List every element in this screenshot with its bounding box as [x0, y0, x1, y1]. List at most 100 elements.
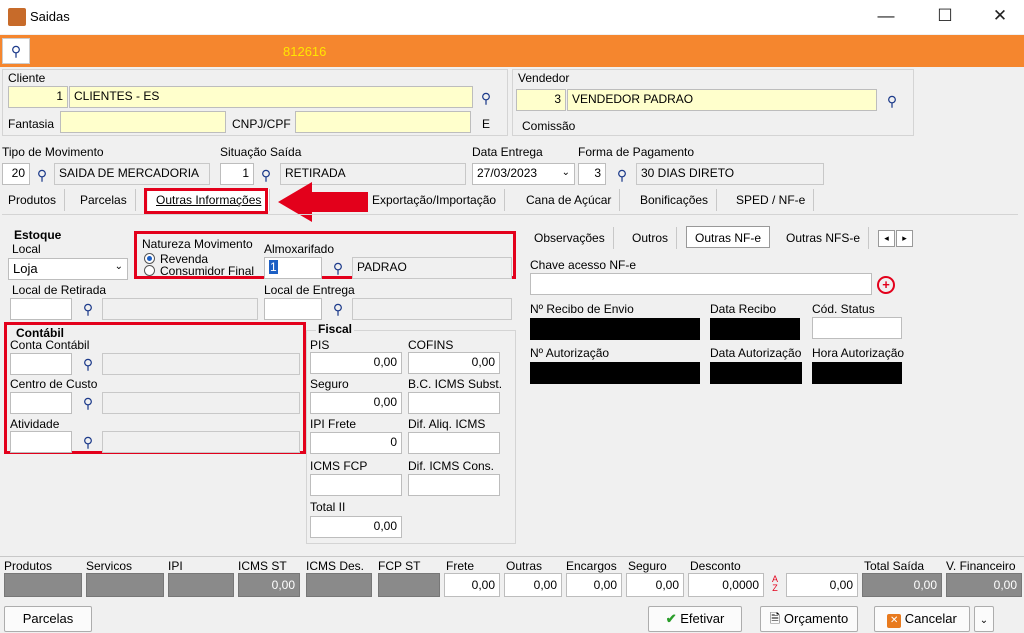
- entrega-search-icon[interactable]: ⚲: [328, 300, 348, 318]
- forma-code-field[interactable]: 3: [578, 163, 606, 185]
- tipo-name-field: SAIDA DE MERCADORIA: [54, 163, 210, 185]
- cofins-field[interactable]: 0,00: [408, 352, 500, 374]
- local-retirada-code[interactable]: [10, 298, 72, 320]
- local-select[interactable]: Loja ⌄: [8, 258, 128, 280]
- parcelas-button-label: Parcelas: [22, 611, 74, 626]
- cliente-search-icon[interactable]: ⚲: [476, 89, 496, 107]
- search-toolbar-button[interactable]: ⚲: [2, 38, 30, 64]
- cliente-name-field[interactable]: CLIENTES - ES: [69, 86, 473, 108]
- conta-search-icon[interactable]: ⚲: [78, 355, 98, 373]
- add-circle-icon[interactable]: +: [877, 276, 895, 294]
- subtab-scroll-left[interactable]: ◂: [878, 230, 895, 247]
- total-frete-field[interactable]: 0,00: [444, 573, 500, 597]
- subtab-outras-nfe[interactable]: Outras NF-e: [686, 226, 771, 248]
- close-button[interactable]: ✕: [990, 6, 1010, 26]
- total-ii-field[interactable]: 0,00: [310, 516, 402, 538]
- centro-search-icon[interactable]: ⚲: [78, 394, 98, 412]
- tab-bonificacoes[interactable]: Bonificações: [632, 189, 718, 211]
- minimize-button[interactable]: —: [876, 6, 896, 26]
- subtab-outros[interactable]: Outros: [624, 227, 678, 249]
- tab-exportacao[interactable]: Exportação/Importação: [364, 189, 506, 211]
- icms-fcp-field[interactable]: [310, 474, 402, 496]
- consumidor-radio[interactable]: [144, 265, 155, 276]
- pis-field[interactable]: 0,00: [310, 352, 402, 374]
- almox-search-icon[interactable]: ⚲: [328, 259, 348, 277]
- bc-icms-field[interactable]: [408, 392, 500, 414]
- more-options-button[interactable]: ⌄: [974, 606, 994, 632]
- subtab-scroll-right[interactable]: ▸: [896, 230, 913, 247]
- dif-aliq-field[interactable]: [408, 432, 500, 454]
- parcelas-button[interactable]: Parcelas: [4, 606, 92, 632]
- cnpj-field[interactable]: [295, 111, 471, 133]
- data-entrega-field[interactable]: 27/03/2023 ⌄: [472, 163, 575, 185]
- revenda-radio[interactable]: [144, 253, 155, 264]
- hora-autorizacao-field[interactable]: [812, 362, 902, 384]
- situacao-search-icon[interactable]: ⚲: [256, 166, 276, 184]
- comissao-label: Comissão: [522, 119, 576, 133]
- fantasia-field[interactable]: [60, 111, 226, 133]
- orcamento-button[interactable]: 🗎 Orçamento: [760, 606, 858, 632]
- almox-code-field[interactable]: 1: [264, 257, 322, 279]
- centro-custo-code[interactable]: [10, 392, 72, 414]
- recibo-field[interactable]: [530, 318, 700, 340]
- tab-parcelas[interactable]: Parcelas: [72, 189, 136, 211]
- autorizacao-field[interactable]: [530, 362, 700, 384]
- chave-acesso-field[interactable]: [530, 273, 872, 295]
- total-outras-field[interactable]: 0,00: [504, 573, 562, 597]
- local-value: Loja: [13, 261, 38, 276]
- maximize-button[interactable]: ☐: [935, 6, 955, 26]
- cancelar-button[interactable]: ✕ Cancelar: [874, 606, 970, 632]
- total-outras-label: Outras: [506, 559, 543, 573]
- data-recibo-field[interactable]: [710, 318, 800, 340]
- vendedor-name-field[interactable]: VENDEDOR PADRAO: [567, 89, 877, 111]
- tipo-code-field[interactable]: 20: [2, 163, 30, 185]
- total-fcp-st-field: [378, 573, 440, 597]
- dif-aliq-label: Dif. Aliq. ICMS: [408, 417, 486, 431]
- retirada-search-icon[interactable]: ⚲: [78, 300, 98, 318]
- total-icms-des-label: ICMS Des.: [306, 559, 365, 573]
- total-saida-field: 0,00: [862, 573, 942, 597]
- vendedor-search-icon[interactable]: ⚲: [882, 92, 902, 110]
- subtab-observacoes[interactable]: Observações: [526, 227, 614, 249]
- vendedor-code-field[interactable]: 3: [516, 89, 566, 111]
- total-ipi-field: [168, 573, 234, 597]
- subtab-outras-nfse[interactable]: Outras NFS-e: [778, 227, 870, 249]
- tab-sped-nfe[interactable]: SPED / NF-e: [728, 189, 815, 211]
- total-seguro-field[interactable]: 0,00: [626, 573, 684, 597]
- cod-status-field[interactable]: [812, 317, 902, 339]
- document-icon: 🗎: [769, 611, 781, 626]
- tab-highlight-box: [144, 188, 268, 214]
- chevron-down-icon[interactable]: ⌄: [115, 261, 123, 272]
- tab-cana-acucar[interactable]: Cana de Açúcar: [518, 189, 621, 211]
- local-retirada-label: Local de Retirada: [12, 283, 107, 297]
- data-autorizacao-field[interactable]: [710, 362, 802, 384]
- almoxarifado-label: Almoxarifado: [264, 242, 335, 256]
- efetivar-button[interactable]: ✔ Efetivar: [648, 606, 742, 632]
- total-desconto-value-field[interactable]: 0,00: [786, 573, 858, 597]
- local-retirada-name: [102, 298, 258, 320]
- sort-az-icon[interactable]: AZ: [768, 575, 782, 593]
- situacao-code-field[interactable]: 1: [220, 163, 254, 185]
- cliente-code-field[interactable]: 1: [8, 86, 68, 108]
- tipo-search-icon[interactable]: ⚲: [32, 166, 52, 184]
- v-financeiro-label: V. Financeiro: [946, 559, 1016, 573]
- tab-produtos[interactable]: Produtos: [0, 189, 66, 211]
- pis-label: PIS: [310, 338, 330, 352]
- chevron-down-icon[interactable]: ⌄: [562, 167, 570, 178]
- total-encargos-label: Encargos: [566, 559, 617, 573]
- natureza-label: Natureza Movimento: [142, 237, 253, 251]
- dif-cons-field[interactable]: [408, 474, 500, 496]
- total-seguro-label: Seguro: [628, 559, 667, 573]
- forma-search-icon[interactable]: ⚲: [612, 166, 632, 184]
- local-entrega-code[interactable]: [264, 298, 322, 320]
- atividade-code[interactable]: [10, 431, 72, 453]
- movement-number: 812616: [283, 44, 327, 59]
- conta-contabil-code[interactable]: [10, 353, 72, 375]
- seguro-field[interactable]: 0,00: [310, 392, 402, 414]
- almox-code-value: 1: [269, 260, 278, 274]
- ipi-frete-field[interactable]: 0: [310, 432, 402, 454]
- data-entrega-label: Data Entrega: [472, 145, 543, 159]
- total-encargos-field[interactable]: 0,00: [566, 573, 622, 597]
- total-desconto-field[interactable]: 0,0000: [688, 573, 764, 597]
- atividade-search-icon[interactable]: ⚲: [78, 433, 98, 451]
